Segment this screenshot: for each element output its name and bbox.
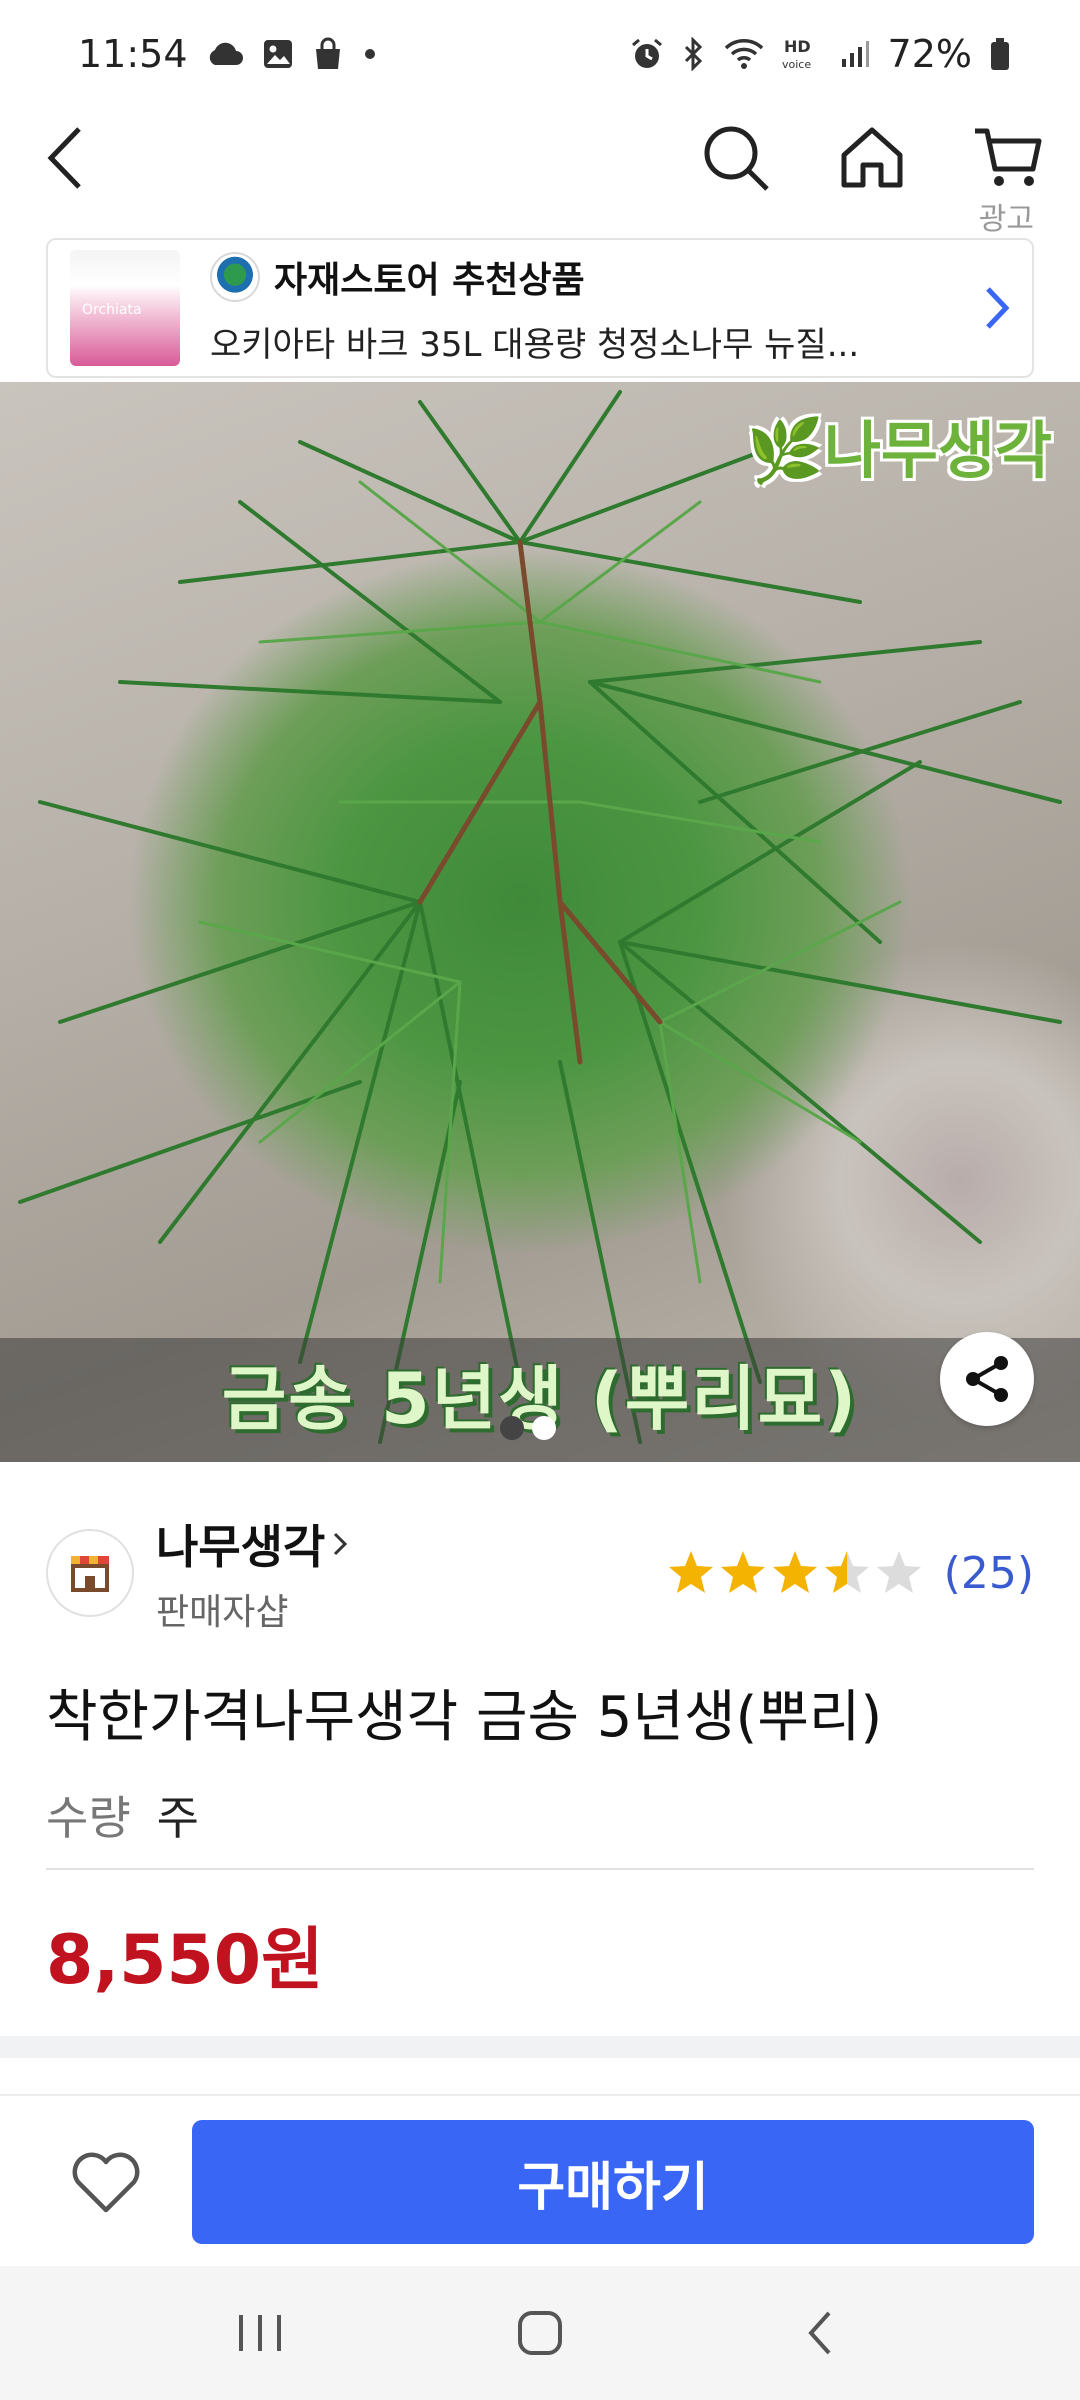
back-icon [808,2311,831,2355]
buy-button[interactable]: 구매하기 [192,2120,1034,2244]
ad-product-thumbnail: Orchiata [70,250,180,366]
top-nav-bar: 광고 [0,108,1080,238]
star-icon [720,1551,765,1593]
heart-icon [72,2152,140,2213]
store-icon [71,1556,109,1592]
recent-apps-icon [239,2315,281,2351]
image-icon [262,38,294,70]
svg-text:HD: HD [784,37,811,56]
seller-name: 나무생각 [156,1520,326,1574]
pine-tree-illustration [18,390,1062,1444]
pager-dot-active [500,1416,524,1440]
pager-dot [532,1416,556,1440]
cart-button[interactable] [958,108,1058,208]
share-icon [966,1356,1008,1402]
back-system-button[interactable] [760,2283,880,2383]
star-icon [668,1551,713,1593]
svg-text:voice: voice [782,58,811,71]
product-title: 착한가격나무생각 금송 5년생(뿌리) [46,1685,883,1750]
star-half-icon [824,1551,869,1593]
back-button[interactable] [16,108,116,208]
action-bar: 구매하기 [0,2094,1080,2264]
recent-apps-button[interactable] [200,2283,320,2383]
hd-voice-icon: HD voice [782,36,822,72]
quantity-label: 수량 [46,1791,131,1845]
seller-info: 나무생각 판매자샵 [156,1511,351,1635]
image-watermark: 🌿나무생각 [746,414,1052,487]
section-divider [0,2036,1080,2058]
signal-icon [840,39,870,69]
battery-percent: 72% [887,32,972,76]
search-button[interactable] [686,108,786,208]
status-bar: 11:54 HD voice 72% [0,0,1080,108]
product-image[interactable]: 🌿나무생각 금송 5년생 (뿌리묘) [0,382,1080,1462]
system-nav-bar [0,2266,1080,2400]
ad-store: 자재스토어 추천상품 [210,251,962,303]
quantity-unit: 주 [156,1791,199,1845]
status-right: HD voice 72% [630,32,1010,76]
star-empty-icon [876,1551,921,1593]
home-circle-icon [518,2311,562,2355]
chevron-right-icon [962,283,1032,333]
ad-thumb-text: Orchiata [82,302,142,318]
seller-avatar[interactable] [46,1529,134,1617]
shopping-bag-icon [312,37,344,71]
seller-subtitle: 판매자샵 [156,1592,289,1633]
search-icon [704,126,769,191]
bluetooth-icon [682,37,706,71]
divider [46,1868,1034,1870]
dot-icon [362,46,378,62]
star-icon [772,1551,817,1593]
chevron-right-icon [334,1532,348,1556]
cart-icon [975,128,1042,186]
ad-body: 자재스토어 추천상품 오키아타 바크 35L 대용량 청정소나무 뉴질... [210,251,962,366]
ad-store-name: 자재스토어 추천상품 [274,259,585,301]
home-icon [841,127,903,188]
battery-icon [990,37,1010,71]
rating[interactable]: (25) [666,1548,1034,1599]
rating-count: (25) [943,1547,1034,1599]
product-price: 8,550원 [46,1921,324,2000]
ad-label: 광고 [978,202,1034,237]
ad-banner[interactable]: Orchiata 자재스토어 추천상품 오키아타 바크 35L 대용량 청정소나… [46,238,1034,378]
store-logo-icon [210,251,260,302]
rating-stars [668,1551,921,1593]
seller-name-link[interactable]: 나무생각 [156,1511,351,1577]
ad-title: 오키아타 바크 35L 대용량 청정소나무 뉴질... [210,324,860,365]
home-system-button[interactable] [480,2283,600,2383]
status-time: 11:54 [78,32,188,76]
home-button[interactable] [822,108,922,208]
image-pager [500,1416,556,1440]
cloud-icon [206,41,244,67]
status-left: 11:54 [78,32,378,76]
share-button[interactable] [940,1332,1034,1426]
alarm-icon [630,37,664,71]
wishlist-button[interactable] [60,2138,152,2230]
back-icon [47,127,81,189]
wifi-icon [724,38,764,70]
seller-row: 나무생각 판매자샵 (25) [46,1518,1034,1633]
quantity-row: 수량 주 [46,1782,199,1848]
